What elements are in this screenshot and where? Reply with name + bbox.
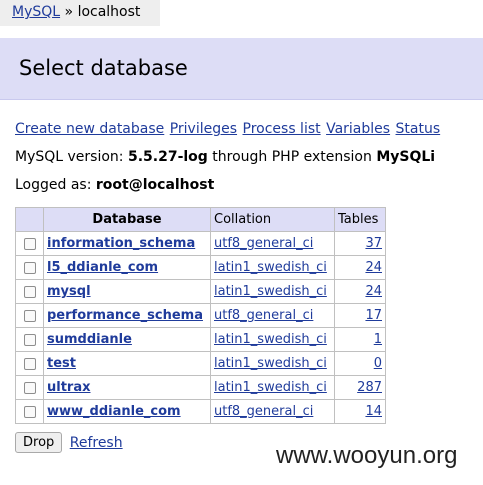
breadcrumb-mysql-link[interactable]: MySQL: [12, 4, 60, 20]
breadcrumb-separator: »: [64, 4, 74, 20]
actions-bar: Drop Refresh: [15, 432, 123, 453]
refresh-link[interactable]: Refresh: [70, 435, 123, 451]
row-checkbox[interactable]: [23, 309, 36, 322]
tables-count-link[interactable]: 24: [365, 260, 382, 275]
database-link[interactable]: information_schema: [47, 236, 195, 251]
databases-table: Database Collation Tables information_sc…: [15, 207, 386, 424]
select-column-header: [15, 207, 44, 232]
table-row: test latin1_swedish_ci 0: [15, 351, 386, 376]
tables-count-link[interactable]: 14: [365, 404, 382, 419]
database-link[interactable]: ultrax: [47, 380, 91, 395]
create-database-link[interactable]: Create new database: [15, 121, 164, 137]
version-extension: MySQLi: [376, 149, 436, 165]
row-checkbox[interactable]: [23, 333, 36, 346]
drop-button[interactable]: Drop: [15, 432, 63, 453]
tables-column-header: Tables: [334, 207, 386, 232]
database-column-header: Database: [43, 207, 211, 232]
page-title: Select database: [19, 56, 188, 80]
status-link[interactable]: Status: [396, 121, 441, 137]
row-checkbox[interactable]: [23, 357, 36, 370]
variables-link[interactable]: Variables: [326, 121, 390, 137]
version-label: MySQL version:: [15, 149, 124, 165]
version-info: MySQL version: 5.5.27-log through PHP ex…: [15, 149, 435, 165]
database-link[interactable]: sumddianle: [47, 332, 132, 347]
collation-link[interactable]: latin1_swedish_ci: [214, 356, 327, 371]
version-value: 5.5.27-log: [127, 149, 208, 165]
collation-link[interactable]: latin1_swedish_ci: [214, 260, 327, 275]
row-checkbox[interactable]: [23, 261, 36, 274]
table-row: mysql latin1_swedish_ci 24: [15, 279, 386, 304]
collation-link[interactable]: latin1_swedish_ci: [214, 284, 327, 299]
tables-count-link[interactable]: 24: [365, 284, 382, 299]
database-link[interactable]: www_ddianle_com: [47, 404, 181, 419]
process-list-link[interactable]: Process list: [243, 121, 321, 137]
table-row: performance_schema utf8_general_ci 17: [15, 303, 386, 328]
table-row: information_schema utf8_general_ci 37: [15, 231, 386, 256]
tables-count-link[interactable]: 37: [365, 236, 382, 251]
table-row: www_ddianle_com utf8_general_ci 14: [15, 399, 386, 424]
tables-count-link[interactable]: 287: [357, 380, 382, 395]
collation-link[interactable]: utf8_general_ci: [214, 308, 313, 323]
breadcrumb-current: localhost: [77, 4, 141, 20]
watermark: www.wooyun.org: [276, 442, 458, 469]
privileges-link[interactable]: Privileges: [170, 121, 237, 137]
database-link[interactable]: performance_schema: [47, 308, 203, 323]
table-row: ultrax latin1_swedish_ci 287: [15, 375, 386, 400]
row-checkbox[interactable]: [23, 237, 36, 250]
page-header: Select database: [0, 38, 483, 100]
table-header-row: Database Collation Tables: [15, 207, 386, 232]
table-row: sumddianle latin1_swedish_ci 1: [15, 327, 386, 352]
tables-count-link[interactable]: 17: [365, 308, 382, 323]
top-links: Create new database Privileges Process l…: [15, 121, 441, 137]
table-row: l5_ddianle_com latin1_swedish_ci 24: [15, 255, 386, 280]
database-link[interactable]: test: [47, 356, 76, 371]
database-link[interactable]: mysql: [47, 284, 91, 299]
collation-column-header: Collation: [210, 207, 335, 232]
tables-count-link[interactable]: 1: [374, 332, 382, 347]
logged-label: Logged as:: [15, 177, 92, 193]
logged-user: root@localhost: [95, 177, 215, 193]
breadcrumb: MySQL » localhost: [0, 0, 160, 26]
collation-link[interactable]: utf8_general_ci: [214, 236, 313, 251]
row-checkbox[interactable]: [23, 285, 36, 298]
logged-info: Logged as: root@localhost: [15, 177, 214, 193]
collation-link[interactable]: latin1_swedish_ci: [214, 380, 327, 395]
collation-link[interactable]: utf8_general_ci: [214, 404, 313, 419]
version-through: through PHP extension: [212, 149, 372, 165]
database-link[interactable]: l5_ddianle_com: [47, 260, 158, 275]
row-checkbox[interactable]: [23, 405, 36, 418]
tables-count-link[interactable]: 0: [374, 356, 382, 371]
row-checkbox[interactable]: [23, 381, 36, 394]
collation-link[interactable]: latin1_swedish_ci: [214, 332, 327, 347]
